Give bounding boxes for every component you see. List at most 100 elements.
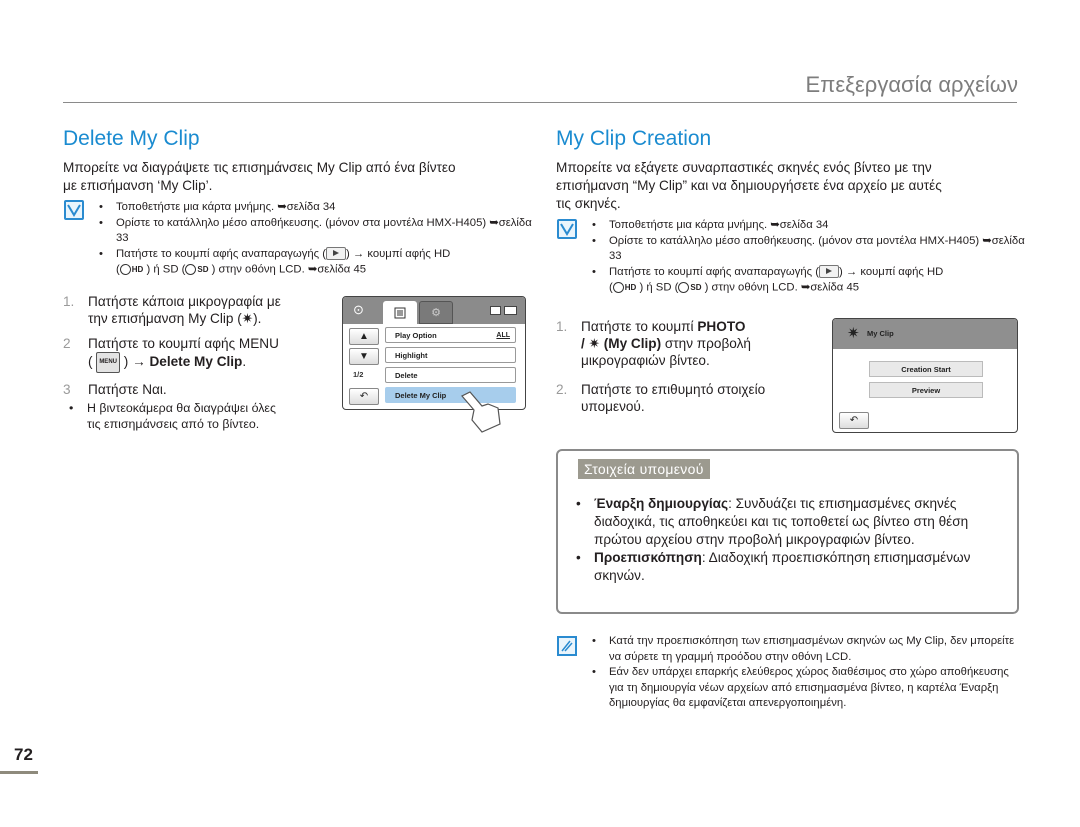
hd-playback-icon: HD: [612, 282, 636, 294]
step-number: 2: [63, 336, 71, 351]
intro-line: με επισήμανση ‘My Clip’.: [63, 178, 213, 193]
intro-line: τις σκηνές.: [556, 196, 621, 211]
menu-item-delete[interactable]: Delete: [385, 367, 516, 383]
note-line: τις επισημάνσεις από το βίντεο.: [87, 417, 260, 431]
play-button-icon: [819, 265, 839, 279]
checkbox-icon: [557, 219, 577, 239]
text: ) ή SD (: [639, 281, 679, 294]
sd-playback-icon: SD: [185, 264, 209, 276]
my-clip-creation-title: My Clip Creation: [556, 127, 712, 150]
menu-item-highlight[interactable]: Highlight: [385, 347, 516, 363]
lcd-title-bar: ✷ My Clip: [833, 319, 1017, 349]
step-text: Πατήστε το κουμπί: [581, 319, 698, 334]
header-divider: [63, 102, 1017, 103]
delete-steps: 1. Πατήστε κάποια μικρογραφία με την επι…: [63, 293, 333, 432]
play-button-icon: [326, 247, 346, 261]
menu-button-icon: MENU: [96, 352, 120, 373]
step-text: ).: [253, 311, 262, 326]
step-text: υπομενού.: [581, 399, 645, 414]
step-text: στην προβολή: [661, 336, 751, 351]
checkbox-icon: [64, 200, 84, 220]
step-3-note: Η βιντεοκάμερα θα διαγράψει όλες τις επι…: [63, 400, 333, 432]
gear-icon: ⚙: [431, 307, 441, 319]
step-number: 3: [63, 382, 71, 397]
playback-mode-icon: ⊙: [353, 302, 364, 317]
text: Πατήστε το κουμπί αφής αναπαραγωγής (: [609, 265, 819, 278]
text: ) → κουμπί αφής HD: [839, 265, 944, 278]
creation-prerequisites: Τοποθετήστε μια κάρτα μνήμης. ➥σελίδα 34…: [589, 218, 1029, 296]
preview-button[interactable]: Preview: [869, 382, 983, 398]
prereq-item: Τοποθετήστε μια κάρτα μνήμης. ➥σελίδα 34: [96, 200, 536, 216]
submenu-label: Στοιχεία υπομενού: [578, 459, 710, 479]
step-bold-text: Delete My Clip: [149, 354, 243, 370]
step-text: Πατήστε το επιθυμητό στοιχείο: [581, 382, 766, 397]
my-clip-icon: ✷: [241, 311, 254, 326]
note-pencil-icon: [557, 636, 577, 656]
note-item: Κατά την προεπισκόπηση των επισημασμένων…: [589, 634, 1019, 665]
list-icon: [394, 307, 406, 318]
menu-item-play-option[interactable]: Play Option ALL: [385, 327, 516, 343]
term: Έναρξη δημιουργίας: [594, 496, 729, 511]
scroll-up-button[interactable]: ▲: [349, 328, 379, 345]
note-item: Εάν δεν υπάρχει επαρκής ελεύθερος χώρος …: [589, 665, 1019, 712]
text: ) → κουμπί αφής HD: [346, 247, 451, 260]
submenu-item: Έναρξη δημιουργίας: Συνδυάζει τις επισημ…: [574, 495, 1004, 549]
intro-line: Μπορείτε να διαγράψετε τις επισημάνσεις …: [63, 160, 456, 175]
tab-menu[interactable]: [383, 301, 417, 324]
notes: Κατά την προεπισκόπηση των επισημασμένων…: [589, 634, 1019, 712]
step-1: 1. Πατήστε κάποια μικρογραφία με την επι…: [63, 293, 333, 327]
step-text: ) →: [123, 354, 150, 370]
chapter-title: Επεξεργασία αρχείων: [805, 72, 1018, 97]
my-clip-icon: ✷: [588, 336, 604, 351]
lcd-title: My Clip: [867, 329, 894, 338]
step-text: μικρογραφιών βίντεο.: [581, 353, 710, 368]
my-clip-icon: ✷: [847, 325, 860, 342]
step-3: 3 Πατήστε Ναι.: [63, 381, 333, 398]
note-line: Η βιντεοκάμερα θα διαγράψει όλες: [87, 401, 276, 415]
prereq-item: Ορίστε το κατάλληλο μέσο αποθήκευσης. (μ…: [589, 234, 1029, 265]
step-text: την επισήμανση My Clip (: [88, 311, 242, 326]
creation-intro: Μπορείτε να εξάγετε συναρπαστικές σκηνές…: [556, 159, 1026, 213]
creation-start-button[interactable]: Creation Start: [869, 361, 983, 377]
sd-playback-icon: SD: [678, 282, 702, 294]
step-number: 1.: [63, 294, 75, 309]
page-number: 72: [14, 745, 33, 764]
step-2: 2 Πατήστε το κουμπί αφής MENU ( MENU ) →…: [63, 335, 333, 373]
step-text: /: [581, 336, 589, 351]
text: Πατήστε το κουμπί αφής αναπαραγωγής (: [116, 247, 326, 260]
intro-line: Μπορείτε να εξάγετε συναρπαστικές σκηνές…: [556, 160, 932, 175]
lcd-my-clip-screen: ✷ My Clip Creation Start Preview ↶: [832, 318, 1018, 433]
prereq-item: Πατήστε το κουμπί αφής αναπαραγωγής ( ) →…: [96, 247, 536, 279]
delete-prerequisites: Τοποθετήστε μια κάρτα μνήμης. ➥σελίδα 34…: [96, 200, 536, 278]
page-indicator: 1/2: [353, 370, 364, 379]
text: ) στην οθόνη LCD. ➥σελίδα 45: [704, 281, 860, 294]
text: ) ή SD (: [146, 263, 186, 276]
prereq-item: Τοποθετήστε μια κάρτα μνήμης. ➥σελίδα 34: [589, 218, 1029, 234]
step-number: 1.: [556, 319, 568, 334]
step-1: 1. Πατήστε το κουμπί PHOTO / ✷ (My Clip)…: [556, 318, 826, 369]
intro-line: επισήμανση “My Clip” και να δημιουργήσετ…: [556, 178, 942, 193]
step-bold-text: PHOTO: [697, 319, 746, 334]
play-option-value: ALL: [496, 332, 510, 339]
page-number-rule: [0, 771, 38, 774]
step-bold-text: (My Clip): [603, 336, 662, 351]
hd-playback-icon: HD: [119, 264, 143, 276]
status-icons: [490, 306, 517, 315]
submenu-list: Έναρξη δημιουργίας: Συνδυάζει τις επισημ…: [574, 495, 1004, 585]
step-text: Πατήστε Ναι.: [88, 382, 167, 397]
touch-hand-icon: [461, 391, 501, 433]
prereq-item: Πατήστε το κουμπί αφής αναπαραγωγής ( ) →…: [589, 265, 1029, 297]
back-button[interactable]: ↶: [839, 412, 869, 429]
delete-my-clip-title: Delete My Clip: [63, 127, 200, 150]
step-text: Πατήστε το κουμπί αφής MENU: [88, 336, 279, 351]
step-text: Πατήστε κάποια μικρογραφία με: [88, 294, 281, 309]
scroll-down-button[interactable]: ▼: [349, 348, 379, 365]
lcd-tab-bar: ⊙ ⚙: [343, 297, 525, 324]
tab-settings[interactable]: ⚙: [419, 301, 453, 324]
creation-steps: 1. Πατήστε το κουμπί PHOTO / ✷ (My Clip)…: [556, 318, 826, 423]
term: Προεπισκόπηση: [594, 550, 702, 565]
step-number: 2.: [556, 382, 568, 397]
prereq-item: Ορίστε το κατάλληλο μέσο αποθήκευσης. (μ…: [96, 216, 536, 247]
delete-intro: Μπορείτε να διαγράψετε τις επισημάνσεις …: [63, 159, 533, 195]
back-button[interactable]: ↶: [349, 388, 379, 405]
